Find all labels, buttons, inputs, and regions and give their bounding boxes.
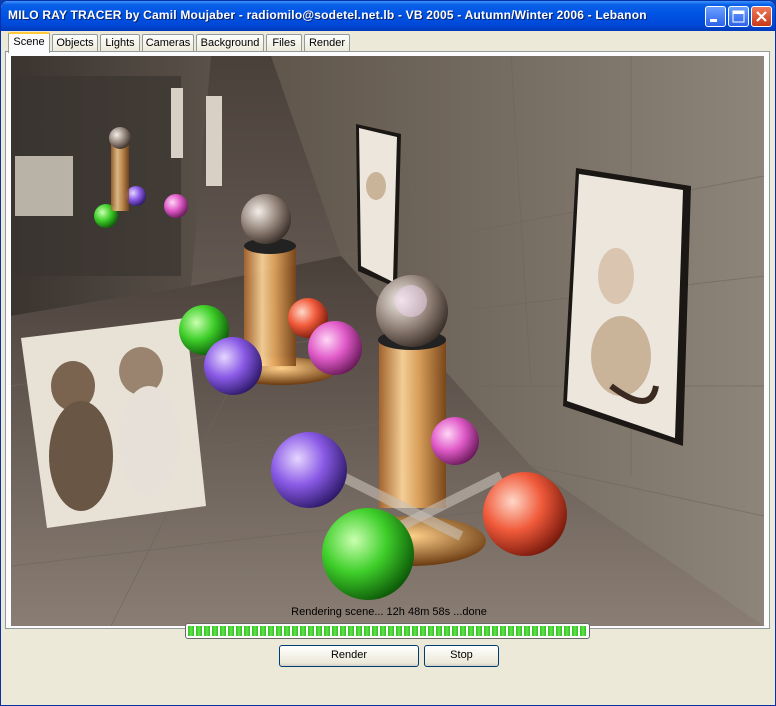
rendered-scene-picture [11,56,764,626]
minimize-button[interactable] [705,6,726,27]
tab-lights[interactable]: Lights [100,34,140,52]
render-button[interactable]: Render [279,645,419,667]
maximize-icon [732,10,745,23]
title-bar[interactable]: MILO RAY TRACER by Camil Moujaber - radi… [1,1,775,31]
progress-fill [188,626,587,636]
window-title: MILO RAY TRACER by Camil Moujaber - radi… [8,8,647,22]
tab-objects[interactable]: Objects [52,34,98,52]
client-area: Scene Objects Lights Cameras Background … [4,31,772,704]
close-icon [756,11,767,22]
app-window: MILO RAY TRACER by Camil Moujaber - radi… [0,0,776,706]
minimize-icon [710,19,717,22]
maximize-button[interactable] [728,6,749,27]
status-text: Rendering scene... 12h 48m 58s ...done [291,606,487,618]
tab-render[interactable]: Render [304,34,350,52]
rendered-image [11,56,764,626]
close-button[interactable] [751,6,772,27]
scene-tab-panel [5,51,770,629]
tab-background[interactable]: Background [196,34,264,52]
stop-button[interactable]: Stop [424,645,499,667]
tab-files[interactable]: Files [266,34,302,52]
tab-scene[interactable]: Scene [8,32,50,53]
tab-cameras[interactable]: Cameras [142,34,194,52]
progress-bar [185,623,590,639]
